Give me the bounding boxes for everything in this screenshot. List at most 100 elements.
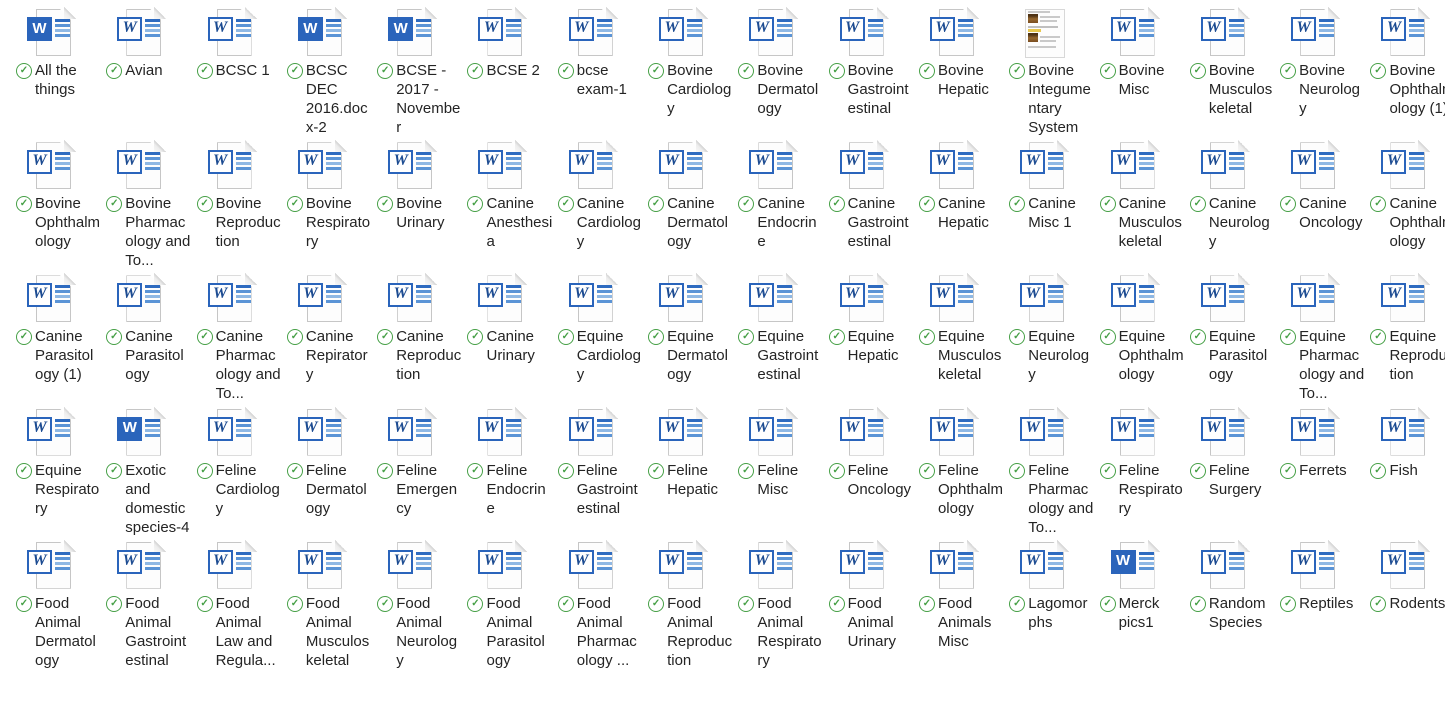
file-item[interactable]: W ✓ Feline Dermatology	[271, 406, 361, 539]
file-item[interactable]: W ✓ Equine Ophthalmology	[1084, 272, 1174, 405]
file-item[interactable]: W ✓ Canine Neurology	[1174, 139, 1264, 272]
file-item[interactable]: W ✓ Rodents	[1354, 539, 1444, 672]
file-item[interactable]: W ✓ Bovine Reproduction	[181, 139, 271, 272]
file-item[interactable]: W ✓ Feline Respiratory	[1084, 406, 1174, 539]
file-item[interactable]: W ✓ Bovine Hepatic	[903, 6, 993, 139]
file-item[interactable]: W ✓ Canine Reproduction	[361, 272, 451, 405]
file-item[interactable]: W ✓ Feline Pharmacology and To...	[993, 406, 1083, 539]
file-item[interactable]: W ✓ Equine Dermatology	[632, 272, 722, 405]
file-item[interactable]: W ✓ Bovine Integumentary System ...	[993, 6, 1083, 139]
file-item[interactable]: W ✓ Lagomorphs	[993, 539, 1083, 672]
word-w-badge: W	[1201, 283, 1226, 307]
file-item[interactable]: W ✓ Canine Pharmacology and To...	[181, 272, 271, 405]
file-label-row: ✓ Equine Pharmacology and To...	[1264, 327, 1368, 403]
file-item[interactable]: W ✓ Bovine Ophthalmology	[0, 139, 90, 272]
file-item[interactable]: W ✓ Canine Urinary	[451, 272, 541, 405]
file-item[interactable]: W ✓ Food Animal Reproduction	[632, 539, 722, 672]
file-item[interactable]: W ✓ Bovine Ophthalmology (1)	[1354, 6, 1444, 139]
file-item[interactable]: W ✓ Equine Cardiology	[542, 272, 632, 405]
file-item[interactable]: W ✓ Canine Oncology	[1264, 139, 1354, 272]
file-item[interactable]: W ✓ Fish	[1354, 406, 1444, 539]
file-item[interactable]: W ✓ Food Animal Respiratory	[722, 539, 812, 672]
synced-check-icon: ✓	[377, 596, 393, 612]
file-item[interactable]: W ✓ Feline Emergency	[361, 406, 451, 539]
file-item[interactable]: W ✓ Food Animal Pharmacology ...	[542, 539, 632, 672]
file-item[interactable]: W ✓ Food Animal Gastrointestinal	[90, 539, 180, 672]
file-item[interactable]: W ✓ Bovine Musculoskeletal	[1174, 6, 1264, 139]
file-item[interactable]: W ✓ Bovine Dermatology	[722, 6, 812, 139]
file-item[interactable]: W ✓ Reptiles	[1264, 539, 1354, 672]
file-item[interactable]: W ✓ Exotic and domestic species-4	[90, 406, 180, 539]
file-item[interactable]: W ✓ Feline Hepatic	[632, 406, 722, 539]
synced-check-icon: ✓	[1009, 329, 1025, 345]
file-item[interactable]: W ✓ Feline Endocrine	[451, 406, 541, 539]
word-letter: W	[303, 553, 317, 569]
file-item[interactable]: W ✓ Equine Musculoskeletal	[903, 272, 993, 405]
file-item[interactable]: W ✓ Food Animals Misc	[903, 539, 993, 672]
file-item[interactable]: W ✓ Equine Respiratory	[0, 406, 90, 539]
file-item[interactable]: W ✓ Feline Misc	[722, 406, 812, 539]
page-fold-corner	[1418, 7, 1430, 19]
file-item[interactable]: W ✓ Bovine Gastrointestinal	[813, 6, 903, 139]
file-item[interactable]: W ✓ BCSE - 2017 - November	[361, 6, 451, 139]
file-item[interactable]: W ✓ Feline Surgery	[1174, 406, 1264, 539]
word-document-icon: W	[1291, 408, 1339, 456]
file-item[interactable]: W ✓ BCSE 2	[451, 6, 541, 139]
file-item[interactable]: W ✓ BCSC 1	[181, 6, 271, 139]
file-item[interactable]: W ✓ Bovine Pharmacology and To...	[90, 139, 180, 272]
file-item[interactable]: W ✓ Canine Gastrointestinal	[813, 139, 903, 272]
synced-check-icon: ✓	[1280, 329, 1296, 345]
file-item[interactable]: W ✓ Food Animal Dermatology	[0, 539, 90, 672]
file-item[interactable]: W ✓ Equine Pharmacology and To...	[1264, 272, 1354, 405]
file-item[interactable]: W ✓ Food Animal Musculoskeletal	[271, 539, 361, 672]
file-label-row: ✓ Feline Ophthalmology	[903, 461, 1007, 518]
word-letter: W	[755, 20, 769, 36]
file-item[interactable]: W ✓ Food Animal Parasitology	[451, 539, 541, 672]
file-item[interactable]: W ✓ Food Animal Urinary	[813, 539, 903, 672]
file-item[interactable]: W ✓ Canine Musculoskeletal	[1084, 139, 1174, 272]
file-icon-grid: W ✓ All the things W	[0, 0, 1445, 672]
word-document-icon: W	[1201, 541, 1249, 589]
file-item[interactable]: W ✓ BCSC DEC 2016.docx-2	[271, 6, 361, 139]
file-item[interactable]: W ✓ Canine Cardiology	[542, 139, 632, 272]
file-item[interactable]: W ✓ Canine Dermatology	[632, 139, 722, 272]
page-fold-corner	[64, 7, 76, 19]
file-item[interactable]: W ✓ Canine Parasitology	[90, 272, 180, 405]
word-w-badge: W	[749, 417, 774, 441]
file-item[interactable]: W ✓ Random Species	[1174, 539, 1264, 672]
file-item[interactable]: W ✓ Canine Endocrine	[722, 139, 812, 272]
file-item[interactable]: W ✓ Ferrets	[1264, 406, 1354, 539]
word-w-badge: W	[1020, 283, 1045, 307]
file-item[interactable]: W ✓ Bovine Misc	[1084, 6, 1174, 139]
file-item[interactable]: W ✓ Bovine Cardiology	[632, 6, 722, 139]
file-item[interactable]: W ✓ Canine Misc 1	[993, 139, 1083, 272]
file-item[interactable]: W ✓ Food Animal Neurology	[361, 539, 451, 672]
file-name-label: Bovine Ophthalmology (1)	[1389, 61, 1445, 118]
file-item[interactable]: W ✓ Canine Hepatic	[903, 139, 993, 272]
file-item[interactable]: W ✓ Canine Repiratory	[271, 272, 361, 405]
word-w-badge: W	[388, 17, 413, 41]
file-item[interactable]: W ✓ Feline Oncology	[813, 406, 903, 539]
file-item[interactable]: W ✓ Feline Gastrointestinal	[542, 406, 632, 539]
file-item[interactable]: W ✓ Canine Anesthesia	[451, 139, 541, 272]
file-item[interactable]: W ✓ Feline Ophthalmology	[903, 406, 993, 539]
file-item[interactable]: W ✓ Equine Gastrointestinal	[722, 272, 812, 405]
file-item[interactable]: W ✓ Bovine Urinary	[361, 139, 451, 272]
file-item[interactable]: W ✓ Avian	[90, 6, 180, 139]
file-item[interactable]: W ✓ All the things	[0, 6, 90, 139]
file-item[interactable]: W ✓ bcse exam-1	[542, 6, 632, 139]
file-item[interactable]: W ✓ Food Animal Law and Regula...	[181, 539, 271, 672]
file-item[interactable]: W ✓ Equine Neurology	[993, 272, 1083, 405]
file-item[interactable]: W ✓ Bovine Neurology	[1264, 6, 1354, 139]
page-fold-corner	[1057, 407, 1069, 419]
file-item[interactable]: W ✓ Merck pics1	[1084, 539, 1174, 672]
file-item[interactable]: W ✓ Equine Parasitology	[1174, 272, 1264, 405]
file-item[interactable]: W ✓ Equine Hepatic	[813, 272, 903, 405]
file-item[interactable]: W ✓ Bovine Respiratory	[271, 139, 361, 272]
file-item[interactable]: W ✓ Canine Ophthalmology	[1354, 139, 1444, 272]
file-label-row: ✓ Canine Urinary	[451, 327, 555, 365]
word-letter: W	[484, 286, 498, 302]
file-item[interactable]: W ✓ Feline Cardiology	[181, 406, 271, 539]
file-item[interactable]: W ✓ Canine Parasitology (1)	[0, 272, 90, 405]
file-item[interactable]: W ✓ Equine Reproduction	[1354, 272, 1444, 405]
